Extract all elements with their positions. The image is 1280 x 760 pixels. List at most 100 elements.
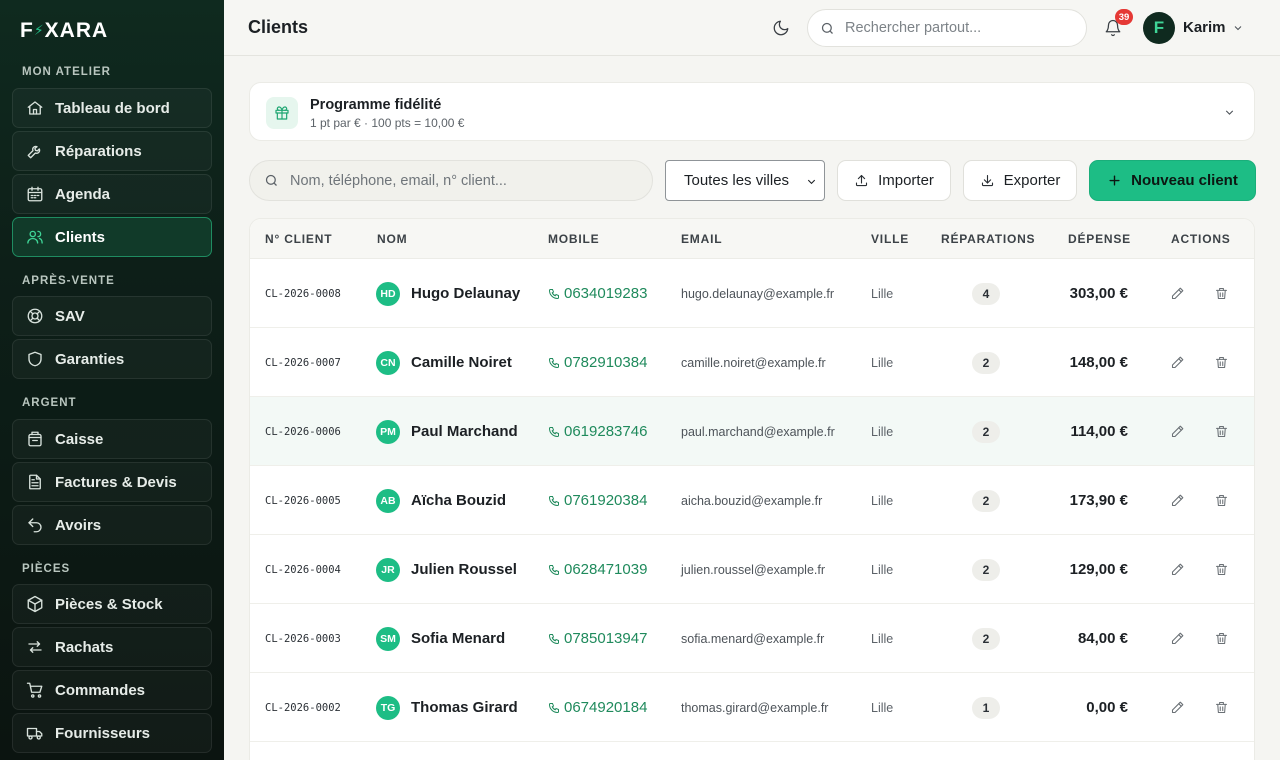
delete-button[interactable]: [1214, 466, 1230, 535]
loyalty-program-panel[interactable]: Programme fidélité 1 pt par € · 100 pts …: [249, 82, 1255, 141]
import-button[interactable]: Importer: [837, 160, 951, 201]
client-email: julien.roussel@example.fr: [681, 562, 826, 577]
trash-icon: [1215, 494, 1228, 507]
edit-button[interactable]: [1170, 604, 1186, 673]
user-name[interactable]: Karim: [1183, 19, 1226, 36]
client-mobile-link[interactable]: 0761920384: [548, 466, 647, 535]
pencil-icon: [1171, 287, 1184, 300]
edit-button[interactable]: [1170, 328, 1186, 397]
header-email[interactable]: EMAIL: [681, 232, 722, 246]
sidebar-item-garanties[interactable]: Garanties: [12, 339, 212, 379]
table-row[interactable]: CL-2026-0007 CN Camille Noiret 0782910384 ca…: [250, 328, 1254, 397]
sidebar-section-title: MON ATELIER: [22, 66, 111, 78]
pencil-icon: [1171, 632, 1184, 645]
client-name-cell[interactable]: JR Julien Roussel: [376, 535, 517, 604]
client-name-cell[interactable]: SM Sofia Menard: [376, 604, 505, 673]
table-row[interactable]: CL-2026-0006 PM Paul Marchand 0619283746 pau…: [250, 397, 1254, 466]
sidebar-section-title: ARGENT: [22, 397, 77, 409]
sidebar-item-reparations[interactable]: Réparations: [12, 131, 212, 171]
page-title: Clients: [248, 17, 309, 37]
logo-text-left: F: [20, 19, 34, 42]
client-mobile-link[interactable]: 0785013947: [548, 604, 647, 673]
header-spend[interactable]: DÉPENSE: [1068, 232, 1131, 246]
city-filter-select[interactable]: Toutes les villes: [665, 160, 825, 201]
edit-button[interactable]: [1170, 466, 1186, 535]
client-repairs: 2: [972, 535, 1000, 604]
sidebar-item-clients[interactable]: Clients: [12, 217, 212, 257]
edit-button[interactable]: [1170, 397, 1186, 466]
table-row[interactable]: CL-2026-0008 HD Hugo Delaunay 0634019283 hug…: [250, 259, 1254, 328]
new-client-button[interactable]: Nouveau client: [1089, 160, 1256, 201]
client-name-cell[interactable]: PM Paul Marchand: [376, 397, 518, 466]
sidebar-item-sav[interactable]: SAV: [12, 296, 212, 336]
header-name[interactable]: NOM: [377, 232, 407, 246]
client-repairs: 2: [972, 466, 1000, 535]
sidebar-item-tableau-de-bord[interactable]: Tableau de bord: [12, 88, 212, 128]
chevron-down-icon[interactable]: [1223, 106, 1236, 119]
client-mobile: 0674920184: [564, 699, 648, 716]
sidebar-item-commandes[interactable]: Commandes: [12, 670, 212, 710]
delete-button[interactable]: [1214, 673, 1230, 742]
clients-table: N° CLIENT NOM MOBILE EMAIL VILLE RÉPARAT…: [249, 218, 1255, 760]
header-city[interactable]: VILLE: [871, 232, 909, 246]
sidebar-item-caisse[interactable]: Caisse: [12, 419, 212, 459]
calendar-icon: [27, 186, 43, 202]
table-row[interactable]: CL-2026-0002 TG Thomas Girard 0674920184 tho…: [250, 673, 1254, 742]
client-repairs: 2: [972, 604, 1000, 673]
client-mobile-link[interactable]: 0782910384: [548, 328, 647, 397]
global-search-input[interactable]: [845, 20, 1075, 36]
repairs-count-badge: 2: [972, 627, 1000, 650]
search-icon: [821, 22, 833, 34]
export-button[interactable]: Exporter: [963, 160, 1077, 201]
client-name-cell[interactable]: CN Camille Noiret: [376, 328, 512, 397]
header-client-id[interactable]: N° CLIENT: [265, 232, 332, 246]
sidebar-item-label: Pièces & Stock: [55, 595, 163, 613]
sidebar-item-rachats[interactable]: Rachats: [12, 627, 212, 667]
client-name-cell[interactable]: TG Thomas Girard: [376, 673, 518, 742]
table-row[interactable]: CL-2026-0005 AB Aïcha Bouzid 0761920384 aich…: [250, 466, 1254, 535]
client-spend: 303,00 €: [1069, 285, 1128, 302]
header-repairs[interactable]: RÉPARATIONS: [941, 232, 1035, 246]
client-mobile-link[interactable]: 0634019283: [548, 259, 647, 328]
sidebar-item-factures-devis[interactable]: Factures & Devis: [12, 462, 212, 502]
repairs-count-badge: 2: [972, 351, 1000, 374]
shield-icon: [28, 351, 42, 367]
sidebar-item-fournisseurs[interactable]: Fournisseurs: [12, 713, 212, 753]
edit-button[interactable]: [1170, 535, 1186, 604]
client-search-input[interactable]: [290, 172, 630, 189]
delete-button[interactable]: [1214, 259, 1230, 328]
chevron-down-icon[interactable]: [1232, 21, 1244, 33]
client-mobile: 0628471039: [564, 561, 648, 578]
dark-mode-toggle-icon[interactable]: [772, 19, 790, 37]
edit-button[interactable]: [1170, 259, 1186, 328]
phone-icon: [548, 426, 559, 437]
sidebar-item-avoirs[interactable]: Avoirs: [12, 505, 212, 545]
sidebar-item-agenda[interactable]: Agenda: [12, 174, 212, 214]
client-spend: 148,00 €: [1069, 354, 1128, 371]
client-name-cell[interactable]: HD Hugo Delaunay: [376, 259, 520, 328]
client-search[interactable]: [249, 160, 653, 201]
delete-button[interactable]: [1214, 328, 1230, 397]
app-logo[interactable]: F ⚡ XARA: [20, 19, 108, 43]
table-row[interactable]: CL-2026-0003 SM Sofia Menard 0785013947 sofi…: [250, 604, 1254, 673]
wrench-icon: [27, 145, 41, 159]
client-name: Thomas Girard: [411, 699, 518, 716]
client-mobile-link[interactable]: 0628471039: [548, 535, 647, 604]
global-search[interactable]: [807, 9, 1087, 47]
user-avatar[interactable]: F: [1143, 12, 1175, 44]
client-mobile-link[interactable]: 0674920184: [548, 673, 647, 742]
delete-button[interactable]: [1214, 604, 1230, 673]
header-mobile[interactable]: MOBILE: [548, 232, 599, 246]
pencil-icon: [1171, 425, 1184, 438]
client-city: Lille: [871, 355, 894, 370]
delete-button[interactable]: [1214, 535, 1230, 604]
client-name-cell[interactable]: AB Aïcha Bouzid: [376, 466, 506, 535]
delete-button[interactable]: [1214, 397, 1230, 466]
edit-button[interactable]: [1170, 673, 1186, 742]
client-mobile-link[interactable]: 0619283746: [548, 397, 647, 466]
users-icon: [27, 230, 43, 244]
table-row[interactable]: CL-2026-0004 JR Julien Roussel 0628471039 ju…: [250, 535, 1254, 604]
sidebar-item-pieces-stock[interactable]: Pièces & Stock: [12, 584, 212, 624]
search-icon: [265, 174, 277, 186]
client-name: Hugo Delaunay: [411, 285, 521, 302]
